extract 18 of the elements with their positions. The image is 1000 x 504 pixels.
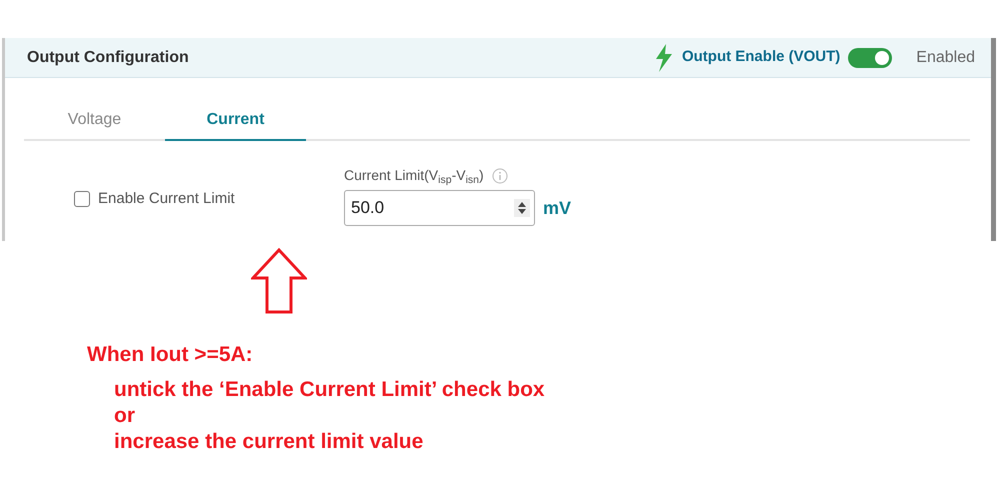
up-arrow-icon <box>251 248 307 314</box>
annotation-line: or <box>114 403 136 429</box>
annotation-line: untick the ‘Enable Current Limit’ check box <box>114 377 546 403</box>
checkbox[interactable] <box>74 191 90 207</box>
spinner-icon[interactable] <box>514 199 530 217</box>
tab[interactable]: Voltage <box>24 100 165 141</box>
annotation-heading: When Iout >=5A: <box>87 342 254 368</box>
number-field[interactable]: 50.0 <box>344 190 535 226</box>
checkbox-label: Enable Current Limit <box>98 188 235 209</box>
toggle-switch[interactable] <box>848 48 892 68</box>
lightning-icon <box>654 44 674 72</box>
unit-label: mV <box>543 196 572 220</box>
tab[interactable]: Current <box>165 100 306 141</box>
field-label: Current Limit(V$_{isp}$-V$_{isn}$) <box>344 166 484 186</box>
annotation-line: increase the current limit value <box>114 429 424 455</box>
output-enable-label: Output Enable (VOUT) <box>682 47 840 68</box>
panel-title: Output Configuration <box>27 48 189 68</box>
status-text: Enabled <box>916 48 975 68</box>
